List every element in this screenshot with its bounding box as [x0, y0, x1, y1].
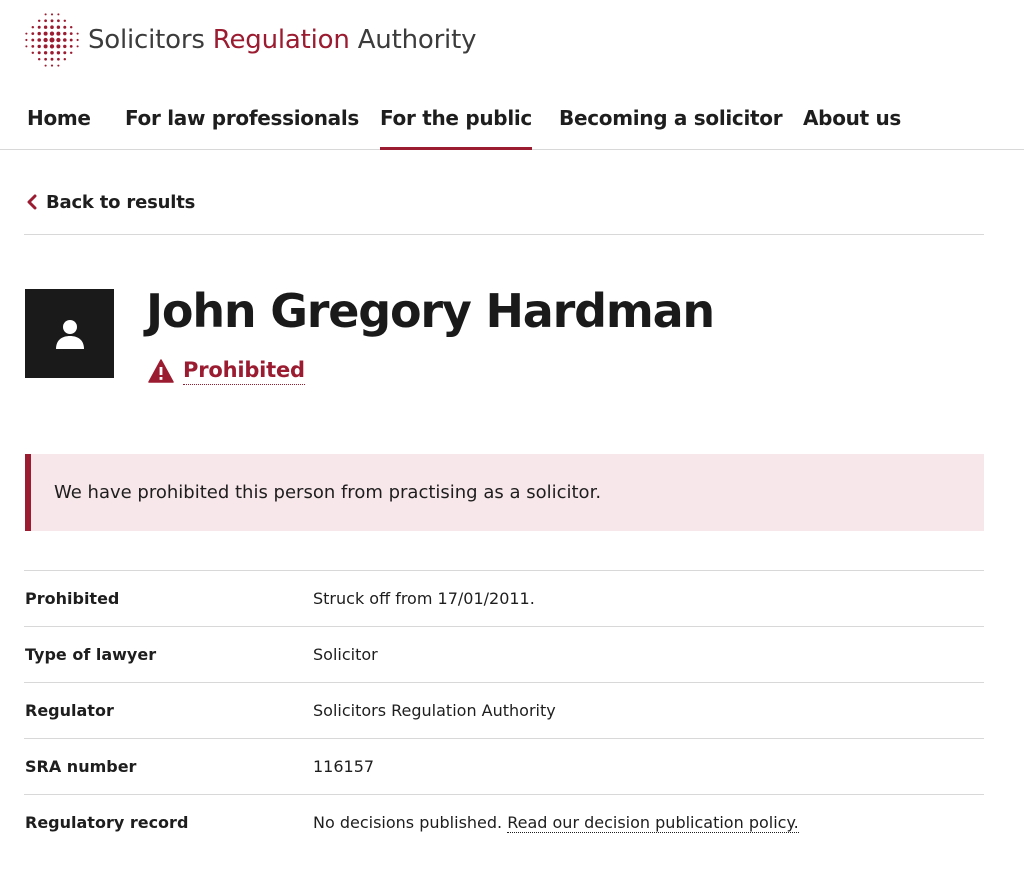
logo-dot — [44, 13, 47, 16]
logo-dot — [49, 31, 55, 36]
logo-dot — [63, 57, 67, 61]
logo-dot — [63, 44, 67, 49]
nav-item-for-the-public[interactable]: For the public — [380, 106, 532, 150]
row-label: Type of lawyer — [25, 645, 157, 664]
logo-dot — [44, 19, 47, 23]
divider — [24, 234, 984, 235]
row-label: SRA number — [25, 757, 137, 776]
logo-dot — [37, 19, 41, 23]
avatar — [25, 289, 114, 378]
status-badge: Prohibited — [148, 356, 305, 386]
page: Solicitors Regulation Authority Home For… — [0, 0, 1024, 883]
logo-dot — [63, 25, 67, 29]
logo-dot — [63, 31, 67, 36]
details-row-sra-number: SRA number 116157 — [24, 739, 984, 795]
warning-icon — [148, 359, 174, 383]
logo-dot — [31, 45, 35, 48]
decision-policy-link[interactable]: Read our decision publication policy. — [507, 813, 799, 833]
nav-item-home[interactable]: Home — [27, 106, 91, 150]
logo-dot — [44, 57, 47, 61]
logo-dot — [63, 38, 67, 42]
logo-dot — [25, 32, 28, 35]
row-label: Prohibited — [25, 589, 120, 608]
main-nav: Home For law professionals For the publi… — [0, 100, 1024, 150]
nav-item-for-law-professionals[interactable]: For law professionals — [125, 106, 359, 150]
nav-item-about-us[interactable]: About us — [803, 106, 901, 150]
logo-dot — [76, 45, 79, 48]
logo-dot — [44, 64, 47, 67]
logo-dot — [56, 51, 61, 55]
logo-dot — [50, 57, 54, 61]
logo-dot — [63, 19, 67, 23]
logo-dot — [37, 31, 41, 36]
person-icon — [55, 319, 84, 349]
logo-dot — [50, 19, 54, 23]
logo-dot — [63, 51, 67, 55]
logo-dot — [31, 25, 35, 29]
logo-dot — [25, 45, 28, 48]
logo-dot — [76, 32, 79, 35]
details-row-regulator: Regulator Solicitors Regulation Authorit… — [24, 683, 984, 739]
alert-message: We have prohibited this person from prac… — [54, 482, 602, 503]
logo-dot — [43, 31, 48, 36]
nav-item-becoming-a-solicitor[interactable]: Becoming a solicitor — [559, 106, 783, 150]
logo-dot — [25, 38, 28, 42]
logo-dot — [37, 57, 41, 61]
logo-wordmark: Solicitors Regulation Authority — [88, 25, 477, 55]
logo-dot — [31, 32, 35, 35]
chevron-left-icon — [27, 194, 37, 210]
row-label: Regulator — [25, 701, 114, 720]
logo-dot — [31, 51, 35, 55]
logo-dot — [56, 44, 61, 49]
row-value: No decisions published. — [313, 813, 503, 832]
back-link-label: Back to results — [46, 191, 196, 213]
details-row-prohibited: Prohibited Struck off from 17/01/2011. — [24, 571, 984, 627]
logo-dot — [69, 51, 73, 55]
logo-dot — [50, 51, 54, 55]
logo-dot — [43, 51, 48, 55]
logo-dot — [50, 64, 54, 67]
logo-dot — [37, 25, 41, 29]
logo-dot — [43, 37, 48, 43]
details-row-type-of-lawyer: Type of lawyer Solicitor — [24, 627, 984, 683]
logo-dot — [57, 57, 60, 61]
logo-dot — [57, 19, 60, 23]
logo-dot — [57, 13, 60, 16]
row-label: Regulatory record — [25, 813, 189, 832]
logo-dot — [50, 13, 54, 16]
details-row-regulatory-record: Regulatory record No decisions published… — [24, 795, 984, 851]
row-value-container: No decisions published. Read our decisio… — [313, 813, 799, 833]
person-name: John Gregory Hardman — [146, 284, 715, 338]
logo-dot — [49, 44, 55, 49]
logo-dot — [69, 45, 73, 48]
logo-dot — [37, 38, 41, 42]
logo-dot — [37, 44, 41, 49]
logo-dot — [56, 25, 61, 29]
logo-dot — [69, 38, 73, 42]
row-value: 116157 — [313, 757, 375, 776]
logo-dot — [37, 51, 41, 55]
logo-dot — [43, 25, 48, 29]
logo-dot — [56, 31, 61, 36]
status-label[interactable]: Prohibited — [183, 358, 305, 385]
sra-logo[interactable]: Solicitors Regulation Authority — [24, 12, 476, 68]
logo-dot — [69, 32, 73, 35]
logo-dot — [31, 38, 35, 42]
logo-dot — [57, 64, 60, 67]
row-value: Solicitors Regulation Authority — [313, 701, 556, 720]
logo-dot — [43, 44, 48, 49]
logo-dot — [50, 25, 54, 29]
logo-dot — [76, 38, 79, 42]
logo-dot — [56, 37, 61, 43]
sra-logo-dots-icon — [25, 13, 79, 67]
row-value: Solicitor — [313, 645, 378, 664]
logo-dot — [49, 37, 55, 43]
back-to-results-link[interactable]: Back to results — [26, 190, 195, 214]
logo-dot — [69, 25, 73, 29]
prohibition-alert: We have prohibited this person from prac… — [25, 454, 984, 531]
row-value: Struck off from 17/01/2011. — [313, 589, 535, 608]
details-table: Prohibited Struck off from 17/01/2011. T… — [24, 570, 984, 851]
